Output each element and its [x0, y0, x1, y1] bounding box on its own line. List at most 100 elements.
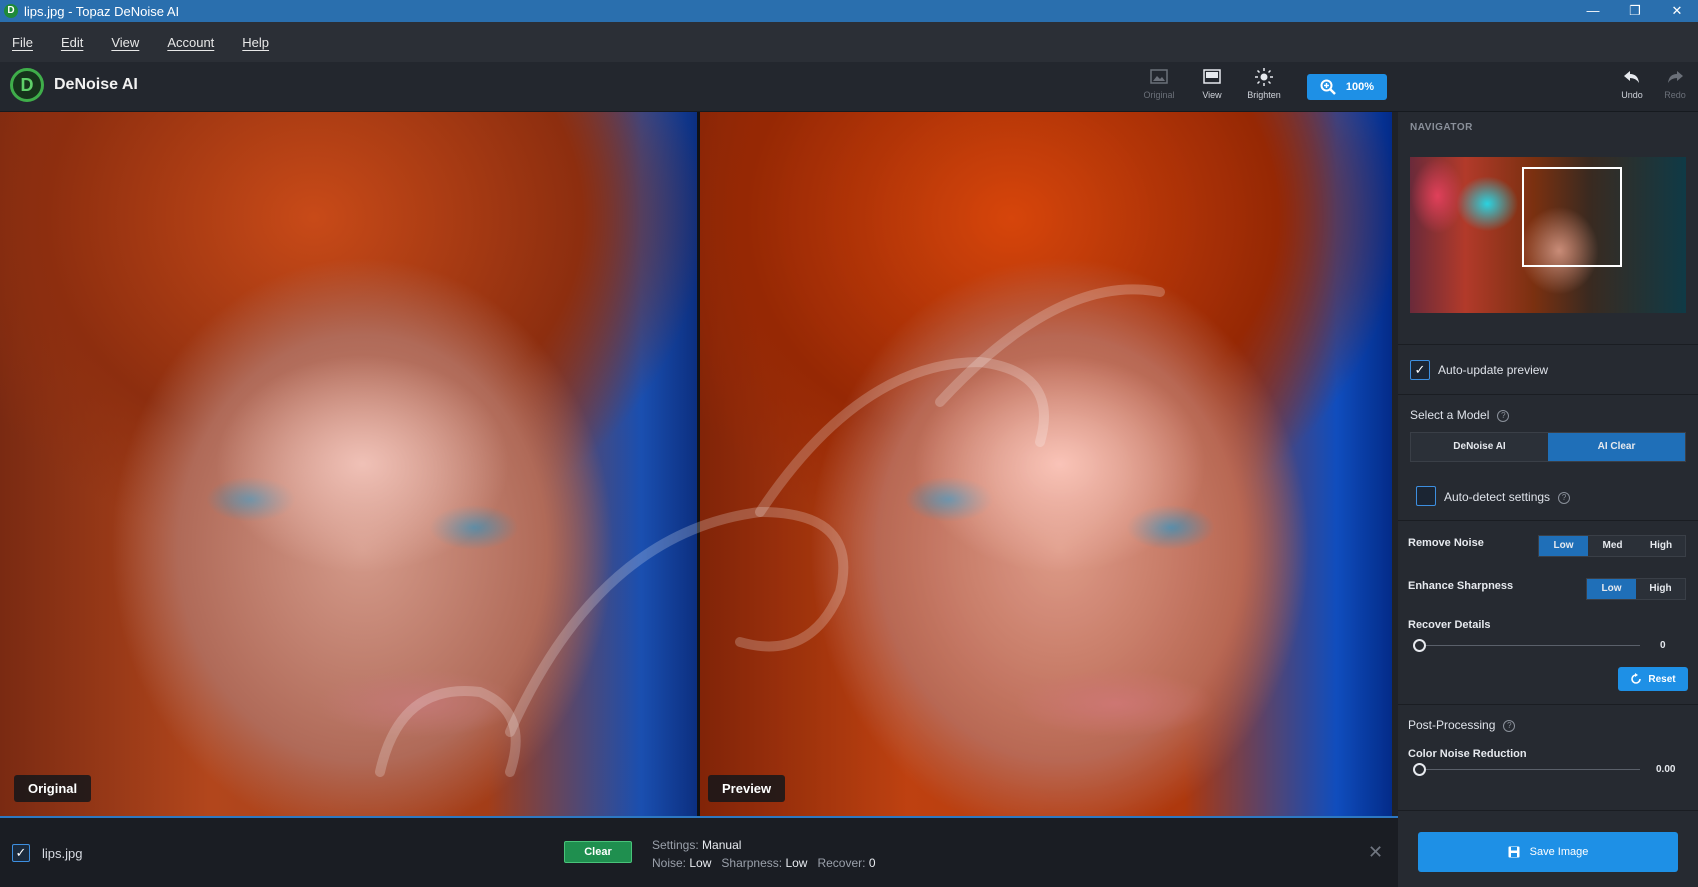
- menu-view[interactable]: View: [111, 35, 139, 50]
- settings-sidebar: NAVIGATOR ✓ Auto-update preview Select a…: [1398, 112, 1698, 887]
- clear-button[interactable]: Clear: [564, 841, 632, 863]
- redo-button[interactable]: Redo: [1653, 68, 1697, 100]
- model-ai-clear-button[interactable]: AI Clear: [1548, 433, 1685, 461]
- settings-value: Manual: [702, 838, 742, 852]
- image-icon: [1150, 69, 1168, 84]
- remove-noise-med[interactable]: Med: [1588, 536, 1637, 556]
- reset-button[interactable]: Reset: [1618, 667, 1688, 691]
- save-image-label: Save Image: [1529, 846, 1589, 858]
- close-window-button[interactable]: ✕: [1656, 0, 1698, 22]
- color-noise-slider[interactable]: [1418, 769, 1640, 770]
- sharpness-value: Low: [785, 856, 808, 870]
- menu-account[interactable]: Account: [167, 35, 214, 50]
- original-pane-label: Original: [14, 775, 92, 802]
- sun-icon: [1255, 68, 1273, 86]
- auto-detect-heading: Auto-detect settings?: [1444, 490, 1571, 504]
- file-name[interactable]: lips.jpg: [42, 846, 82, 861]
- auto-detect-label: Auto-detect settings: [1444, 490, 1551, 504]
- sharpness-low[interactable]: Low: [1587, 579, 1636, 599]
- view-mode-button[interactable]: View: [1190, 68, 1234, 100]
- help-icon[interactable]: ?: [1503, 719, 1516, 732]
- navigator-viewport-box[interactable]: [1522, 167, 1622, 267]
- brighten-button[interactable]: Brighten: [1242, 68, 1286, 100]
- app-icon: D: [4, 4, 18, 18]
- remove-noise-high[interactable]: High: [1637, 536, 1685, 556]
- denoise-logo-icon: D: [10, 68, 44, 102]
- navigator-thumbnail[interactable]: [1410, 157, 1686, 313]
- redo-icon: [1668, 71, 1683, 83]
- reset-icon: [1631, 673, 1642, 684]
- recover-details-slider-handle[interactable]: [1413, 639, 1426, 652]
- preview-pane-label: Preview: [708, 775, 786, 802]
- menu-edit[interactable]: Edit: [61, 35, 83, 50]
- view-mode-label: View: [1202, 90, 1222, 100]
- window-titlebar: D lips.jpg - Topaz DeNoise AI — ❐ ✕: [0, 0, 1698, 22]
- view-icon: [1203, 69, 1221, 84]
- reset-label: Reset: [1648, 673, 1676, 685]
- sharpness-high[interactable]: High: [1636, 579, 1685, 599]
- help-icon[interactable]: ?: [1497, 409, 1510, 422]
- color-noise-value: 0.00: [1656, 764, 1676, 775]
- color-noise-label: Color Noise Reduction: [1408, 748, 1527, 760]
- remove-noise-low[interactable]: Low: [1539, 536, 1588, 556]
- redo-label: Redo: [1664, 90, 1686, 100]
- color-noise-slider-handle[interactable]: [1413, 763, 1426, 776]
- enhance-sharpness-label: Enhance Sharpness: [1408, 580, 1514, 592]
- divider: [1398, 810, 1698, 811]
- divider: [1398, 344, 1698, 345]
- undo-label: Undo: [1621, 90, 1643, 100]
- zoom-button[interactable]: 100%: [1307, 74, 1387, 100]
- recover-label: Recover:: [817, 856, 866, 870]
- noise-label: Noise:: [652, 856, 687, 870]
- help-icon[interactable]: ?: [1558, 491, 1571, 504]
- remove-noise-label: Remove Noise: [1408, 537, 1484, 549]
- close-file-icon[interactable]: ✕: [1368, 842, 1383, 863]
- recover-details-slider[interactable]: [1418, 645, 1640, 646]
- recover-details-label: Recover Details: [1408, 619, 1491, 631]
- model-selector: DeNoise AI AI Clear: [1410, 432, 1686, 462]
- select-model-label: Select a Model: [1410, 408, 1490, 422]
- menu-file[interactable]: File: [12, 35, 33, 50]
- enhance-sharpness-selector: Low High: [1586, 578, 1686, 600]
- image-viewport[interactable]: Original Preview: [0, 112, 1392, 816]
- undo-icon: [1624, 71, 1639, 83]
- undo-button[interactable]: Undo: [1610, 68, 1654, 100]
- app-name: DeNoise AI: [54, 76, 138, 93]
- menu-bar: File Edit View Account Help: [0, 22, 1698, 62]
- save-image-button[interactable]: Save Image: [1418, 832, 1678, 872]
- auto-update-checkbox[interactable]: ✓: [1410, 360, 1430, 380]
- menu-help[interactable]: Help: [242, 35, 269, 50]
- file-bar: ✓ lips.jpg Clear Settings: Manual Noise:…: [0, 816, 1398, 887]
- sharpness-label: Sharpness:: [721, 856, 783, 870]
- post-processing-heading: Post-Processing?: [1408, 718, 1516, 732]
- select-model-heading: Select a Model?: [1410, 408, 1510, 422]
- brighten-label: Brighten: [1247, 90, 1281, 100]
- auto-update-label: Auto-update preview: [1438, 363, 1549, 377]
- window-title: lips.jpg - Topaz DeNoise AI: [24, 3, 180, 19]
- recover-details-value: 0: [1660, 640, 1666, 651]
- restore-button[interactable]: ❐: [1614, 0, 1656, 22]
- original-pane[interactable]: Original: [0, 112, 697, 816]
- model-denoise-ai-button[interactable]: DeNoise AI: [1411, 433, 1548, 461]
- navigator-title: NAVIGATOR: [1410, 122, 1473, 133]
- recover-value: 0: [868, 856, 876, 870]
- original-view-label: Original: [1143, 90, 1175, 100]
- zoom-in-icon: [1320, 79, 1336, 95]
- settings-label: Settings:: [652, 838, 699, 852]
- auto-detect-checkbox[interactable]: [1416, 486, 1436, 506]
- divider: [1398, 520, 1698, 521]
- zoom-level: 100%: [1345, 81, 1375, 93]
- file-checkbox[interactable]: ✓: [12, 844, 30, 862]
- remove-noise-selector: Low Med High: [1538, 535, 1686, 557]
- post-processing-label: Post-Processing: [1408, 718, 1496, 732]
- original-view-button[interactable]: Original: [1137, 68, 1181, 100]
- minimize-button[interactable]: —: [1572, 0, 1614, 22]
- toolbar: D DeNoise AI Original View Brighten 100%…: [0, 62, 1698, 112]
- app-logo: D DeNoise AI: [10, 68, 138, 102]
- divider: [1398, 394, 1698, 395]
- save-icon: [1508, 846, 1520, 858]
- divider: [1398, 704, 1698, 705]
- original-photo: [0, 112, 697, 816]
- noise-value: Low: [689, 856, 712, 870]
- preview-pane[interactable]: Preview: [700, 112, 1392, 816]
